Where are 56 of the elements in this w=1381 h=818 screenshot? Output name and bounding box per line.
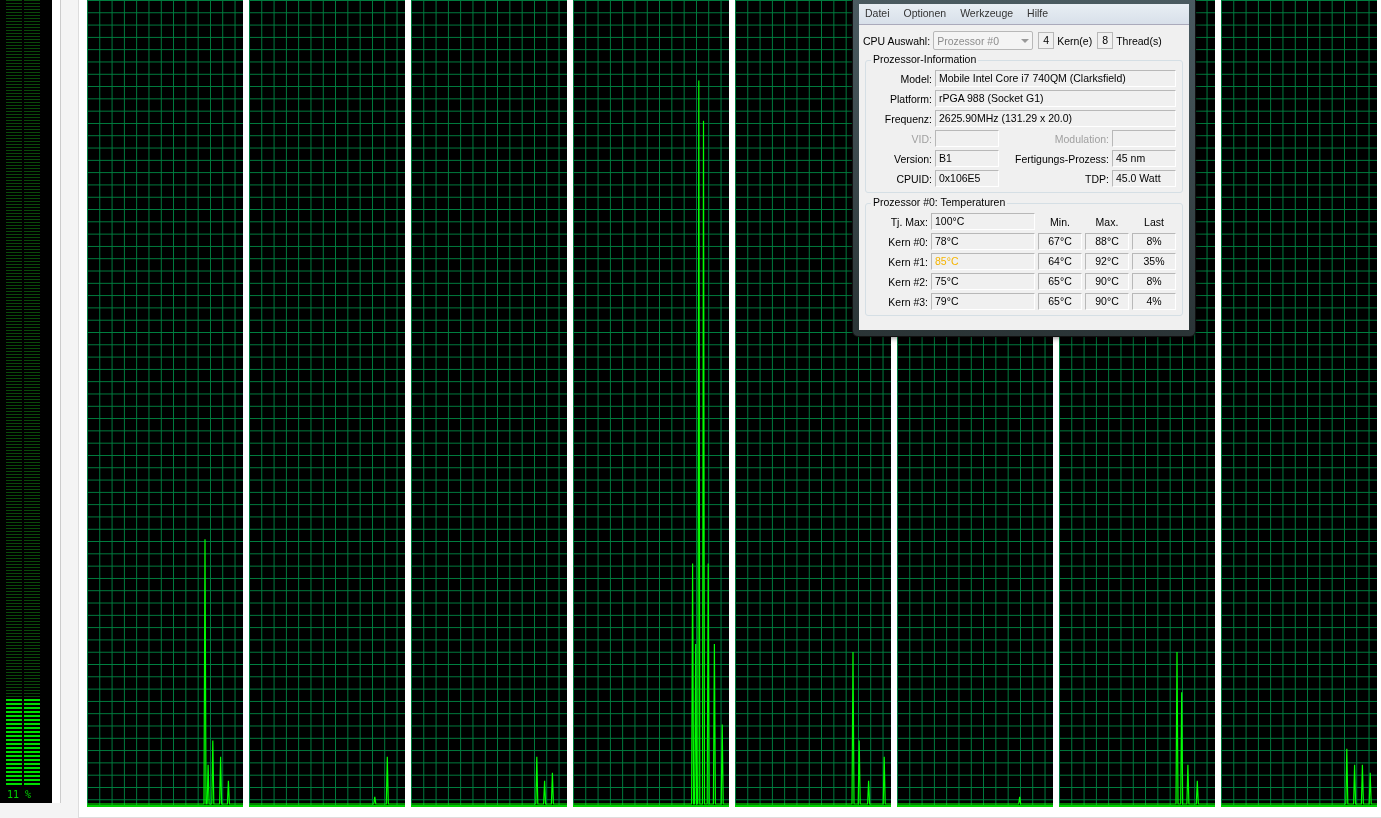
field-label: Frequenz: [883,112,932,125]
value-field: 45 nm [1112,150,1176,167]
field-label: Kern(e) [1057,34,1093,47]
field-label: TDP: [1084,172,1109,185]
field-label: Platform: [889,92,932,105]
threads-count: 8 [1097,32,1114,49]
value-field [1112,130,1176,147]
field-label: Kern #3: [887,295,928,308]
value-field: 4% [1132,293,1176,310]
column-header: Min. [1049,215,1071,228]
field-label: CPU Auswahl: [863,34,931,47]
value-field: 78°C [931,233,1035,250]
field-label: Version: [893,152,932,165]
value-field: rPGA 988 (Socket G1) [935,90,1176,107]
value-field: 90°C [1085,293,1129,310]
value-field: 35% [1132,253,1176,270]
value-field: 45.0 Watt [1112,170,1176,187]
field-label: Kern #2: [887,275,928,288]
menu-item[interactable]: Optionen [903,7,947,21]
field-label: Thread(s) [1116,34,1162,47]
value-field: 92°C [1085,253,1129,270]
value-field: 8% [1132,273,1176,290]
menu-item[interactable]: Datei [865,7,890,21]
value-field: 75°C [931,273,1035,290]
value-field: 65°C [1038,273,1082,290]
field-label: Modulation: [1053,132,1109,145]
value-field: 90°C [1085,273,1129,290]
column-header: Last [1143,215,1165,228]
field-label: Model: [899,72,932,85]
value-field: B1 [935,150,999,167]
group-title: Prozessor #0: Temperaturen [871,196,1008,208]
value-field: 79°C [931,293,1035,310]
value-field: 64°C [1038,253,1082,270]
field-label: VID: [910,132,932,145]
cpu-usage-reading: 11 % [6,788,32,802]
field-label: Kern #1: [887,255,928,268]
value-field: 2625.90MHz (131.29 x 20.0) [935,110,1176,127]
field-label: Fertigungs-Prozess: [1014,152,1109,165]
field-label: Tj. Max: [889,215,928,228]
value-field: Mobile Intel Core i7 740QM (Clarksfield) [935,70,1176,87]
cores-count: 4 [1038,32,1055,49]
caret-icon [1021,38,1030,43]
value-field: 8% [1132,233,1176,250]
column-header: Max. [1094,215,1120,228]
menu-item[interactable]: Werkzeuge [960,7,1014,21]
value-field: 100°C [931,213,1035,230]
value-field: 88°C [1085,233,1129,250]
value-field: 85°C [931,253,1035,270]
field-label: CPUID: [895,172,932,185]
value-field: 0x106E5 [935,170,999,187]
field-label: Kern #0: [887,235,928,248]
group-title: Prozessor-Information [871,53,979,65]
value-field: 65°C [1038,293,1082,310]
value-field: 67°C [1038,233,1082,250]
value-field [935,130,999,147]
menu-item[interactable]: Hilfe [1027,7,1049,21]
